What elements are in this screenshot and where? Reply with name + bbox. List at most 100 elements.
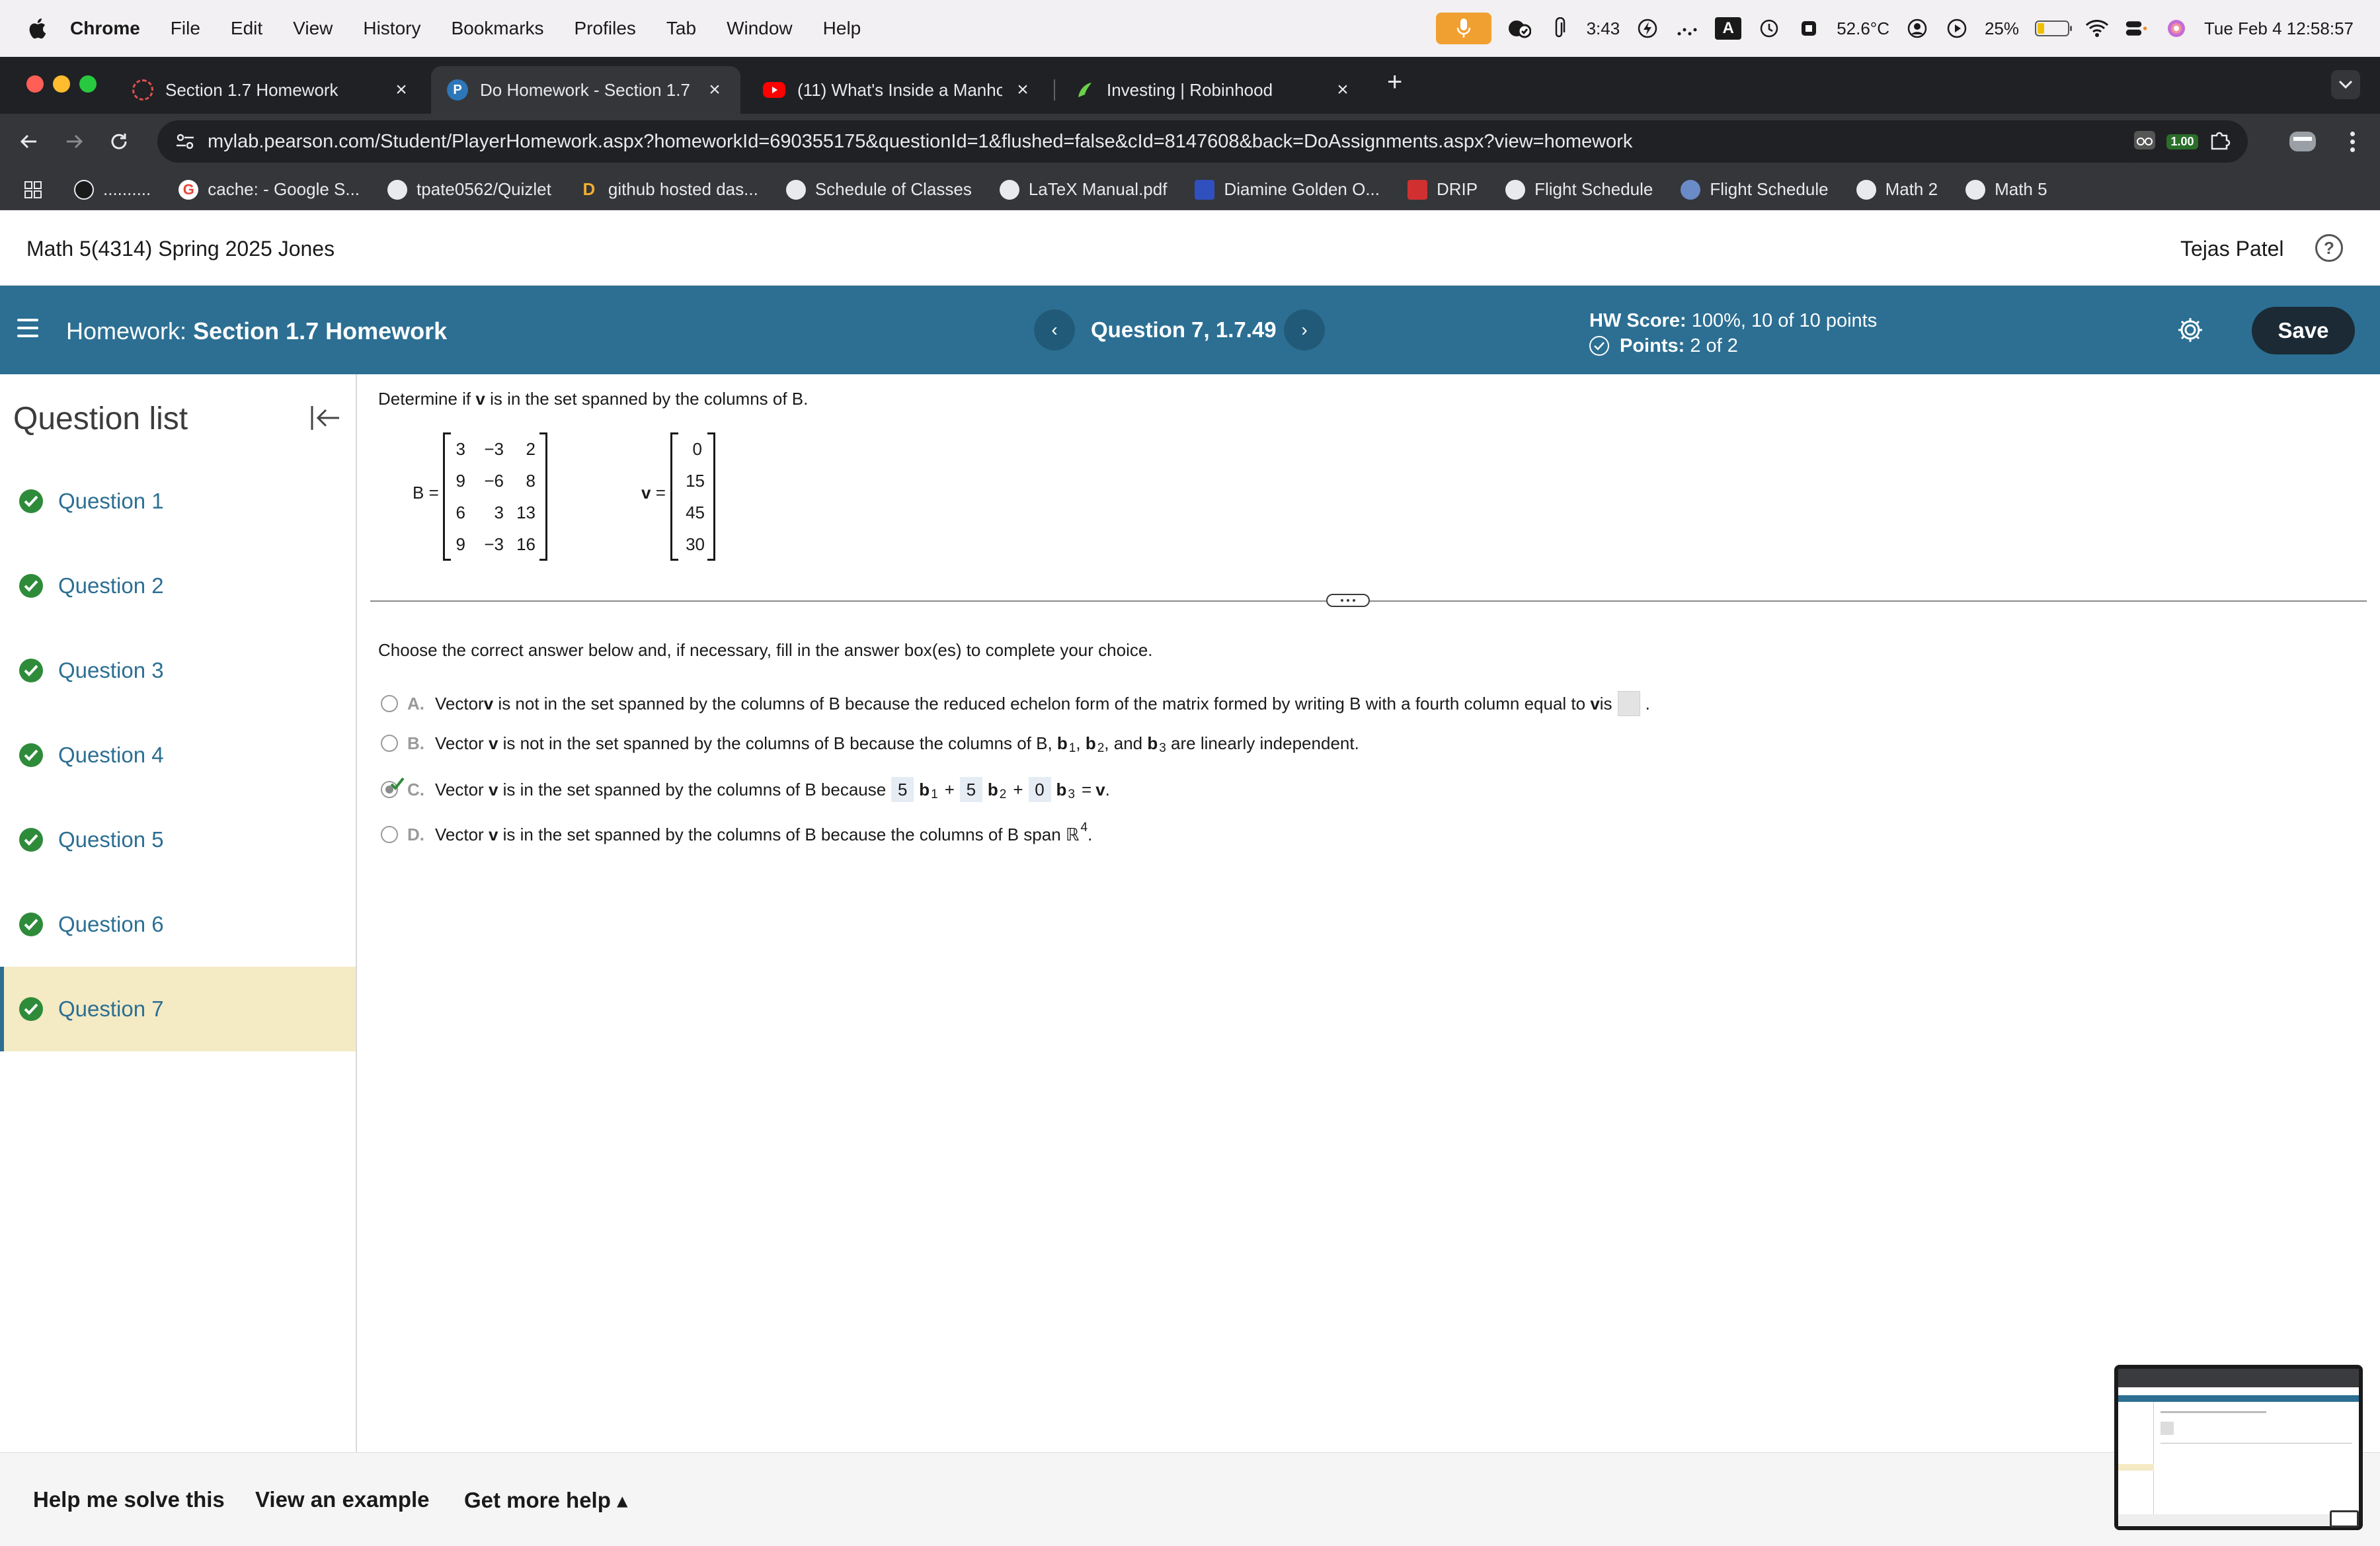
tab-title: Investing | Robinhood [1107, 79, 1273, 100]
wifi-icon[interactable] [2085, 17, 2109, 40]
settings-gear-icon[interactable] [2175, 315, 2205, 345]
bookmark-schedule-of-classes[interactable]: Schedule of Classes [785, 179, 972, 200]
menu-edit[interactable]: Edit [231, 18, 262, 39]
bookmark-github-quizlet[interactable]: tpate0562/Quizlet [387, 179, 551, 200]
next-question-button[interactable]: › [1284, 309, 1325, 350]
menu-tab[interactable]: Tab [666, 18, 696, 39]
menu-profiles[interactable]: Profiles [575, 18, 636, 39]
bookmark-math-2[interactable]: Math 2 [1856, 179, 1938, 200]
answer-box-empty[interactable] [1617, 691, 1640, 716]
answer-box-coef-1[interactable]: 5 [891, 777, 914, 802]
question-list-item[interactable]: Question 5 [0, 797, 356, 882]
question-list-item[interactable]: Question 4 [0, 713, 356, 797]
question-list-item[interactable]: Question 6 [0, 882, 356, 967]
back-arrow-icon[interactable] [13, 126, 45, 157]
bookmark-diamine[interactable]: Diamine Golden O... [1195, 179, 1380, 200]
save-button[interactable]: Save [2252, 307, 2355, 354]
close-icon[interactable]: × [705, 79, 725, 101]
bolt-icon[interactable] [1636, 17, 1659, 40]
battery-icon[interactable] [2035, 20, 2073, 36]
menu-help[interactable]: Help [823, 18, 861, 39]
collapse-sidebar-icon[interactable] [308, 401, 342, 435]
reload-icon[interactable] [103, 126, 135, 157]
time-machine-icon[interactable] [1757, 17, 1781, 40]
question-label: Question 1 [58, 489, 164, 513]
choice-d[interactable]: D. Vector v is in the set spanned by the… [378, 820, 1092, 849]
bookmark-chatgpt[interactable]: .......... [74, 179, 151, 200]
menu-bookmarks[interactable]: Bookmarks [451, 18, 543, 39]
radio-c-selected[interactable] [381, 777, 405, 798]
extension-badge[interactable]: 1.00 [2166, 134, 2198, 149]
user-icon[interactable] [1905, 17, 1929, 40]
bookmark-flight-schedule-2[interactable]: Flight Schedule [1681, 179, 1829, 200]
apps-grid-icon[interactable] [24, 181, 42, 199]
dots-icon[interactable] [1675, 17, 1699, 40]
close-icon[interactable]: × [1333, 79, 1353, 101]
play-icon[interactable] [1945, 17, 1969, 40]
menu-file[interactable]: File [171, 18, 200, 39]
glasses-extension-icon[interactable] [2133, 130, 2157, 154]
question-list-item-active[interactable]: Question 7 [0, 967, 356, 1051]
tab-do-homework[interactable]: P Do Homework - Section 1.7 H × [431, 66, 740, 114]
site-settings-icon[interactable] [172, 128, 198, 155]
hamburger-menu-icon[interactable] [17, 319, 38, 337]
menu-view[interactable]: View [293, 18, 333, 39]
close-icon[interactable]: × [391, 79, 411, 101]
siri-icon[interactable] [2164, 17, 2188, 40]
tab-youtube[interactable]: (11) What's Inside a Manhole × [747, 66, 1049, 114]
split-handle-icon[interactable] [1326, 594, 1370, 607]
answer-box-coef-2[interactable]: 5 [959, 777, 982, 802]
tab-section-homework[interactable]: Section 1.7 Homework × [116, 66, 427, 114]
bookmark-github-hosted[interactable]: D github hosted das... [579, 179, 758, 200]
question-list-item[interactable]: Question 3 [0, 628, 356, 713]
choice-a[interactable]: A. Vector v is not in the set spanned by… [378, 689, 1650, 718]
apple-menu-icon[interactable] [25, 15, 49, 42]
bookmark-flight-schedule-1[interactable]: Flight Schedule [1505, 179, 1653, 200]
microphone-icon[interactable] [1435, 13, 1491, 44]
battery-percent-text: 25% [1984, 18, 2020, 38]
view-example-button[interactable]: View an example [255, 1487, 430, 1512]
question-list-item[interactable]: Question 1 [0, 459, 356, 544]
get-more-help-button[interactable]: Get more help ▴ [464, 1487, 628, 1513]
help-question-icon[interactable]: ? [2315, 234, 2343, 262]
screenshot-thumbnail[interactable] [2114, 1365, 2363, 1530]
puzzle-extensions-icon[interactable] [2208, 129, 2231, 155]
profile-avatar-icon[interactable] [2286, 128, 2319, 155]
bookmark-google-cache[interactable]: G cache: - Google S... [178, 179, 360, 200]
question-label: Question 5 [58, 827, 164, 852]
bookmark-drip[interactable]: DRIP [1408, 179, 1478, 200]
answer-box-coef-3[interactable]: 0 [1028, 777, 1051, 802]
radio-a[interactable] [381, 695, 398, 712]
window-close-button[interactable] [26, 75, 44, 93]
choice-b[interactable]: B. Vector v is not in the set spanned by… [378, 729, 1359, 758]
radio-d[interactable] [381, 826, 398, 843]
menu-history[interactable]: History [363, 18, 420, 39]
address-bar[interactable]: mylab.pearson.com/Student/PlayerHomework… [157, 120, 2192, 163]
help-me-solve-button[interactable]: Help me solve this [33, 1487, 225, 1512]
matrix-b-cell: 13 [516, 503, 536, 522]
menu-window[interactable]: Window [727, 18, 793, 39]
new-tab-plus-icon[interactable]: + [1387, 67, 1402, 97]
paperclip-icon[interactable] [1547, 17, 1571, 40]
bookmark-math-5[interactable]: Math 5 [1965, 179, 2047, 200]
bookmark-latex-manual[interactable]: LaTeX Manual.pdf [999, 179, 1167, 200]
window-minimize-button[interactable] [53, 75, 70, 93]
choice-c[interactable]: C. Vector v is in the set spanned by the… [378, 775, 1110, 804]
chrome-menu-icon[interactable] [2339, 128, 2365, 155]
cpu-icon[interactable] [1797, 17, 1821, 40]
close-icon[interactable]: × [1013, 79, 1033, 101]
gamepad-icon[interactable] [1507, 17, 1531, 40]
tab-robinhood[interactable]: Investing | Robinhood × [1058, 66, 1368, 114]
course-title: Math 5(4314) Spring 2025 Jones [26, 237, 335, 261]
tab-search-chevron-icon[interactable] [2331, 70, 2360, 99]
previous-question-button[interactable]: ‹ [1034, 309, 1075, 350]
menu-app-name[interactable]: Chrome [70, 18, 140, 39]
question-list-item[interactable]: Question 2 [0, 544, 356, 628]
user-name[interactable]: Tejas Patel [2180, 237, 2284, 261]
input-source-icon[interactable]: A [1715, 17, 1742, 40]
forward-arrow-icon[interactable] [58, 126, 90, 157]
window-zoom-button[interactable] [79, 75, 97, 93]
radio-b[interactable] [381, 735, 398, 752]
url-text[interactable]: mylab.pearson.com/Student/PlayerHomework… [208, 131, 1632, 153]
control-center-icon[interactable] [2125, 17, 2149, 40]
